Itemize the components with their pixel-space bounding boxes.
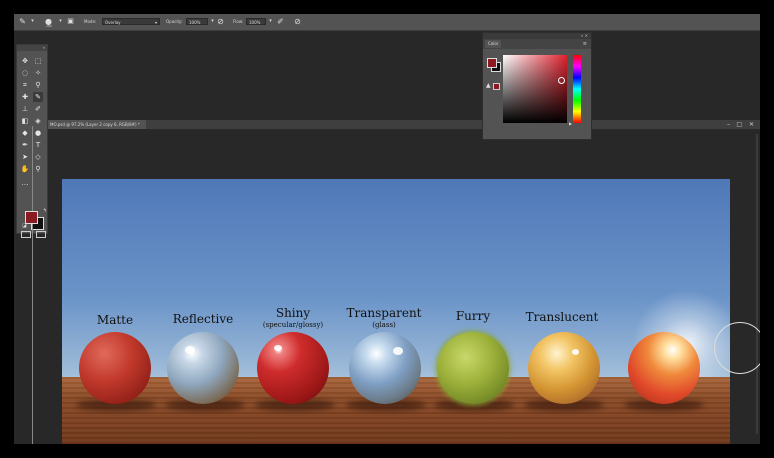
sphere-highlight — [185, 346, 195, 354]
pen-tool-icon[interactable]: ✒ — [20, 140, 30, 150]
brush-size-value: 100 — [46, 24, 52, 28]
hue-slider-arrow-icon[interactable]: ▶ — [569, 121, 572, 126]
shiny-sphere — [257, 332, 329, 404]
blend-mode-chevron-icon: ▾ — [154, 20, 157, 25]
move-tool-icon[interactable]: ✥ — [20, 56, 30, 66]
close-icon[interactable]: ✕ — [749, 121, 754, 128]
brush-tool-selected-icon[interactable]: ✎ — [33, 92, 43, 102]
brush-cursor — [714, 322, 760, 374]
color-panel: « ✕ Color ≡ ▲ ▶ — [482, 32, 592, 140]
panel-divider — [32, 126, 33, 444]
reflective-sphere — [167, 332, 239, 404]
tool-preset-chevron-icon[interactable]: ▾ — [28, 17, 37, 26]
sphere-label-furry: Furry — [455, 309, 491, 323]
pressure-size-icon[interactable]: ⊘ — [293, 17, 302, 26]
dodge-tool-icon[interactable]: ● — [33, 128, 43, 138]
clone-stamp-tool-icon[interactable]: ⊥ — [20, 104, 30, 114]
translucent-sphere — [528, 332, 600, 404]
furry-sphere — [437, 332, 509, 404]
brush-picker-chevron-icon[interactable]: ▾ — [56, 17, 65, 26]
flow-value: 100% — [249, 20, 261, 25]
zoom-tool-icon[interactable]: ⚲ — [33, 164, 43, 174]
flow-chevron-icon[interactable]: ▾ — [266, 17, 275, 26]
out-of-gamut-warning-icon[interactable]: ▲ — [486, 82, 491, 89]
transparent-sphere — [349, 332, 421, 404]
color-panel-tab[interactable]: Color — [485, 40, 502, 48]
hue-slider[interactable]: ▶ — [569, 55, 581, 126]
opacity-value: 100% — [189, 20, 201, 25]
airbrush-icon[interactable]: ✐ — [276, 17, 285, 26]
sphere-label-shiny: Shiny — [275, 306, 311, 320]
sphere-highlight — [274, 345, 282, 351]
healing-brush-tool-icon[interactable]: ✚ — [20, 92, 30, 102]
options-bar: ✎ ▾ ● 100 ▾ ▣ Mode: Overlay ▾ Opacity: 10… — [14, 14, 760, 31]
crop-tool-icon[interactable]: ⌗ — [20, 80, 30, 90]
gamut-swatch[interactable] — [493, 83, 500, 90]
sphere-highlight — [572, 349, 579, 355]
quick-mask-icon[interactable] — [21, 231, 31, 238]
blend-mode-value: Overlay — [105, 20, 121, 25]
document-tab-bar: MO.psd @ 97.2% (Layer 2 copy 6, RGB/8#) … — [48, 120, 760, 130]
canvas-image[interactable]: Matte Reflective Shiny (specular/glossy)… — [62, 179, 730, 444]
document-tab[interactable]: MO.psd @ 97.2% (Layer 2 copy 6, RGB/8#) … — [48, 120, 146, 129]
blend-mode-select[interactable]: Overlay ▾ — [102, 18, 160, 25]
paint-bucket-tool-icon[interactable]: ◈ — [33, 116, 43, 126]
path-selection-tool-icon[interactable]: ➤ — [20, 152, 30, 162]
flow-input[interactable]: 100% — [246, 18, 266, 25]
saturation-value-field[interactable] — [503, 55, 567, 123]
hand-tool-icon[interactable]: ✋ — [20, 164, 30, 174]
swap-colors-icon[interactable]: ↰ — [43, 208, 47, 214]
blur-tool-icon[interactable]: ◆ — [20, 128, 30, 138]
marquee-tool-icon[interactable]: ⬚ — [33, 56, 43, 66]
foreground-color-swatch[interactable] — [25, 211, 38, 224]
pressure-opacity-icon[interactable]: ⊘ — [216, 17, 225, 26]
type-tool-icon[interactable]: T — [33, 140, 43, 150]
mode-label: Mode: — [84, 19, 97, 24]
sphere-sublabel-transparent: (glass) — [372, 321, 396, 329]
flow-label: Flow: — [233, 19, 244, 24]
photoshop-window: ✎ ▾ ● 100 ▾ ▣ Mode: Overlay ▾ Opacity: 10… — [14, 14, 760, 444]
sphere-label-reflective: Reflective — [172, 312, 234, 326]
tools-panel-header[interactable]: « — [17, 45, 47, 51]
screen-mode-icon[interactable] — [36, 231, 46, 238]
brush-settings-panel-icon[interactable]: ▣ — [66, 17, 75, 26]
matte-sphere — [79, 332, 151, 404]
sphere-label-matte: Matte — [96, 313, 134, 327]
color-panel-foreground-swatch[interactable] — [487, 58, 497, 68]
more-tools-icon[interactable]: … — [20, 178, 30, 188]
canvas-scrollbar[interactable] — [756, 134, 758, 434]
opacity-input[interactable]: 100% — [186, 18, 208, 25]
shape-tool-icon[interactable]: ◇ — [33, 152, 43, 162]
opacity-label: Opacity: — [166, 19, 183, 24]
maximize-icon[interactable]: □ — [736, 121, 742, 128]
eraser-tool-icon[interactable]: ◧ — [20, 116, 30, 126]
sphere-highlight — [393, 347, 403, 355]
magic-wand-tool-icon[interactable]: ✧ — [33, 68, 43, 78]
brush-tool-icon[interactable]: ✎ — [18, 17, 27, 26]
eyedropper-tool-icon[interactable]: ⚲ — [33, 80, 43, 90]
color-picker-cursor[interactable] — [558, 77, 565, 84]
sphere-sublabel-shiny: (specular/glossy) — [262, 321, 324, 329]
lasso-tool-icon[interactable]: ◌ — [20, 68, 30, 78]
glowing-sphere — [628, 332, 700, 404]
sphere-label-translucent: Translucent — [525, 310, 599, 324]
history-brush-tool-icon[interactable]: ✐ — [33, 104, 43, 114]
sphere-label-transparent: Transparent — [346, 306, 422, 320]
panel-menu-icon[interactable]: ≡ — [583, 41, 587, 47]
minimize-icon[interactable]: – — [727, 121, 730, 128]
